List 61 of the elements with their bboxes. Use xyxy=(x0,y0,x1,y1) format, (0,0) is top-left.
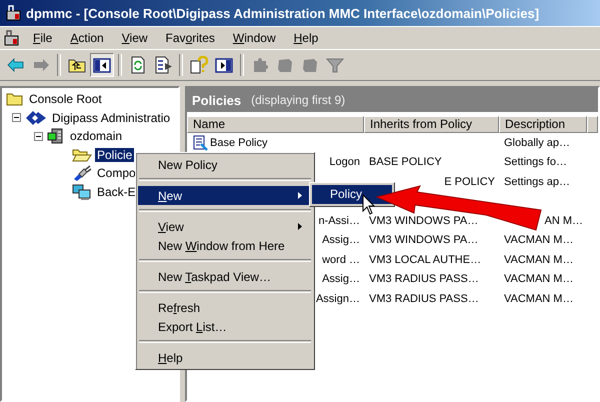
table-cell: Settings ap… xyxy=(504,176,570,188)
table-cell: word … xyxy=(322,254,360,266)
server-icon xyxy=(47,128,65,144)
tree-item[interactable]: Console Root xyxy=(27,92,104,106)
table-cell: Assig… xyxy=(322,273,360,286)
column-header[interactable]: Name xyxy=(187,116,364,133)
table-cell: Assign… xyxy=(316,292,360,305)
expand-toggle[interactable] xyxy=(34,132,43,141)
table-cell: Settings fo… xyxy=(504,156,567,168)
expand-toggle[interactable] xyxy=(12,113,21,122)
table-cell: BASE POLICY xyxy=(369,156,442,168)
folder-icon xyxy=(6,91,24,108)
toolbox-icon xyxy=(6,5,22,21)
window-title: dpmmc - [Console Root\Digipass Administration MMC Interface\ozdomain\Policies] xyxy=(26,6,540,20)
pane-subtitle: (displaying first 9) xyxy=(251,93,346,107)
toolbox-icon[interactable] xyxy=(4,30,20,46)
table-cell: Logon xyxy=(329,156,360,168)
table-cell: VACMAN M… xyxy=(504,254,574,266)
tree-item[interactable]: Policie xyxy=(95,148,134,162)
table-cell: VM3 LOCAL AUTHE… xyxy=(369,254,482,266)
table-cell: VACMAN M… xyxy=(504,273,574,286)
plug-icon xyxy=(72,165,92,182)
menu-item[interactable]: New Taskpad View… xyxy=(138,267,312,286)
table-cell: VACMAN M… xyxy=(504,292,574,305)
table-cell: VM3 WINDOWS PA… xyxy=(369,214,478,227)
table-cell: VM3 RADIUS PASS… xyxy=(369,292,479,305)
table-cell: VM3 RADIUS PASS… xyxy=(369,273,479,286)
tree-toggle-icon[interactable] xyxy=(90,53,114,77)
tree-item[interactable]: Digipass Administratio xyxy=(50,110,172,125)
table-cell: Base Policy xyxy=(210,136,268,149)
tree-item[interactable]: Back-E xyxy=(95,184,138,199)
open-folder-icon xyxy=(72,146,92,163)
menu-item[interactable]: Window xyxy=(228,31,281,45)
menu-item[interactable]: Action xyxy=(65,31,109,45)
menu-item[interactable]: Help xyxy=(288,31,324,45)
menu-item[interactable]: New Window from Here xyxy=(138,236,312,255)
table-cell: E POLICY xyxy=(444,176,495,188)
menu-item[interactable]: Refresh xyxy=(138,298,312,317)
menu-item[interactable]: Favorites xyxy=(160,31,220,45)
tree-item[interactable]: ozdomain xyxy=(68,129,124,144)
column-header[interactable]: Inherits from Policy xyxy=(364,116,499,133)
computers-icon xyxy=(72,184,92,200)
menu-item[interactable]: New xyxy=(138,186,312,205)
table-cell: VACMAN M… xyxy=(504,234,574,246)
diamond-logo-icon xyxy=(25,110,47,126)
table-cell: AN M… xyxy=(544,214,583,227)
table-cell: Assig… xyxy=(322,234,360,246)
menu-item[interactable]: View xyxy=(116,31,153,45)
table-cell: Globally ap… xyxy=(504,136,570,149)
menu-item[interactable]: View xyxy=(138,217,312,236)
menu-item[interactable]: Policy xyxy=(312,185,392,204)
pane-title: Policies xyxy=(192,92,242,108)
column-header[interactable] xyxy=(587,116,598,133)
table-cell: n-Assi… xyxy=(318,214,360,227)
menu-item[interactable]: File xyxy=(28,31,58,45)
table-cell: VM3 WINDOWS PA… xyxy=(369,234,478,246)
menu-item[interactable]: Help xyxy=(138,348,312,367)
menu-item[interactable]: New Policy xyxy=(138,155,312,174)
tree-item[interactable]: Compo xyxy=(95,166,138,180)
menu-item[interactable]: Export List… xyxy=(138,317,312,336)
column-header[interactable]: Description xyxy=(499,116,587,133)
